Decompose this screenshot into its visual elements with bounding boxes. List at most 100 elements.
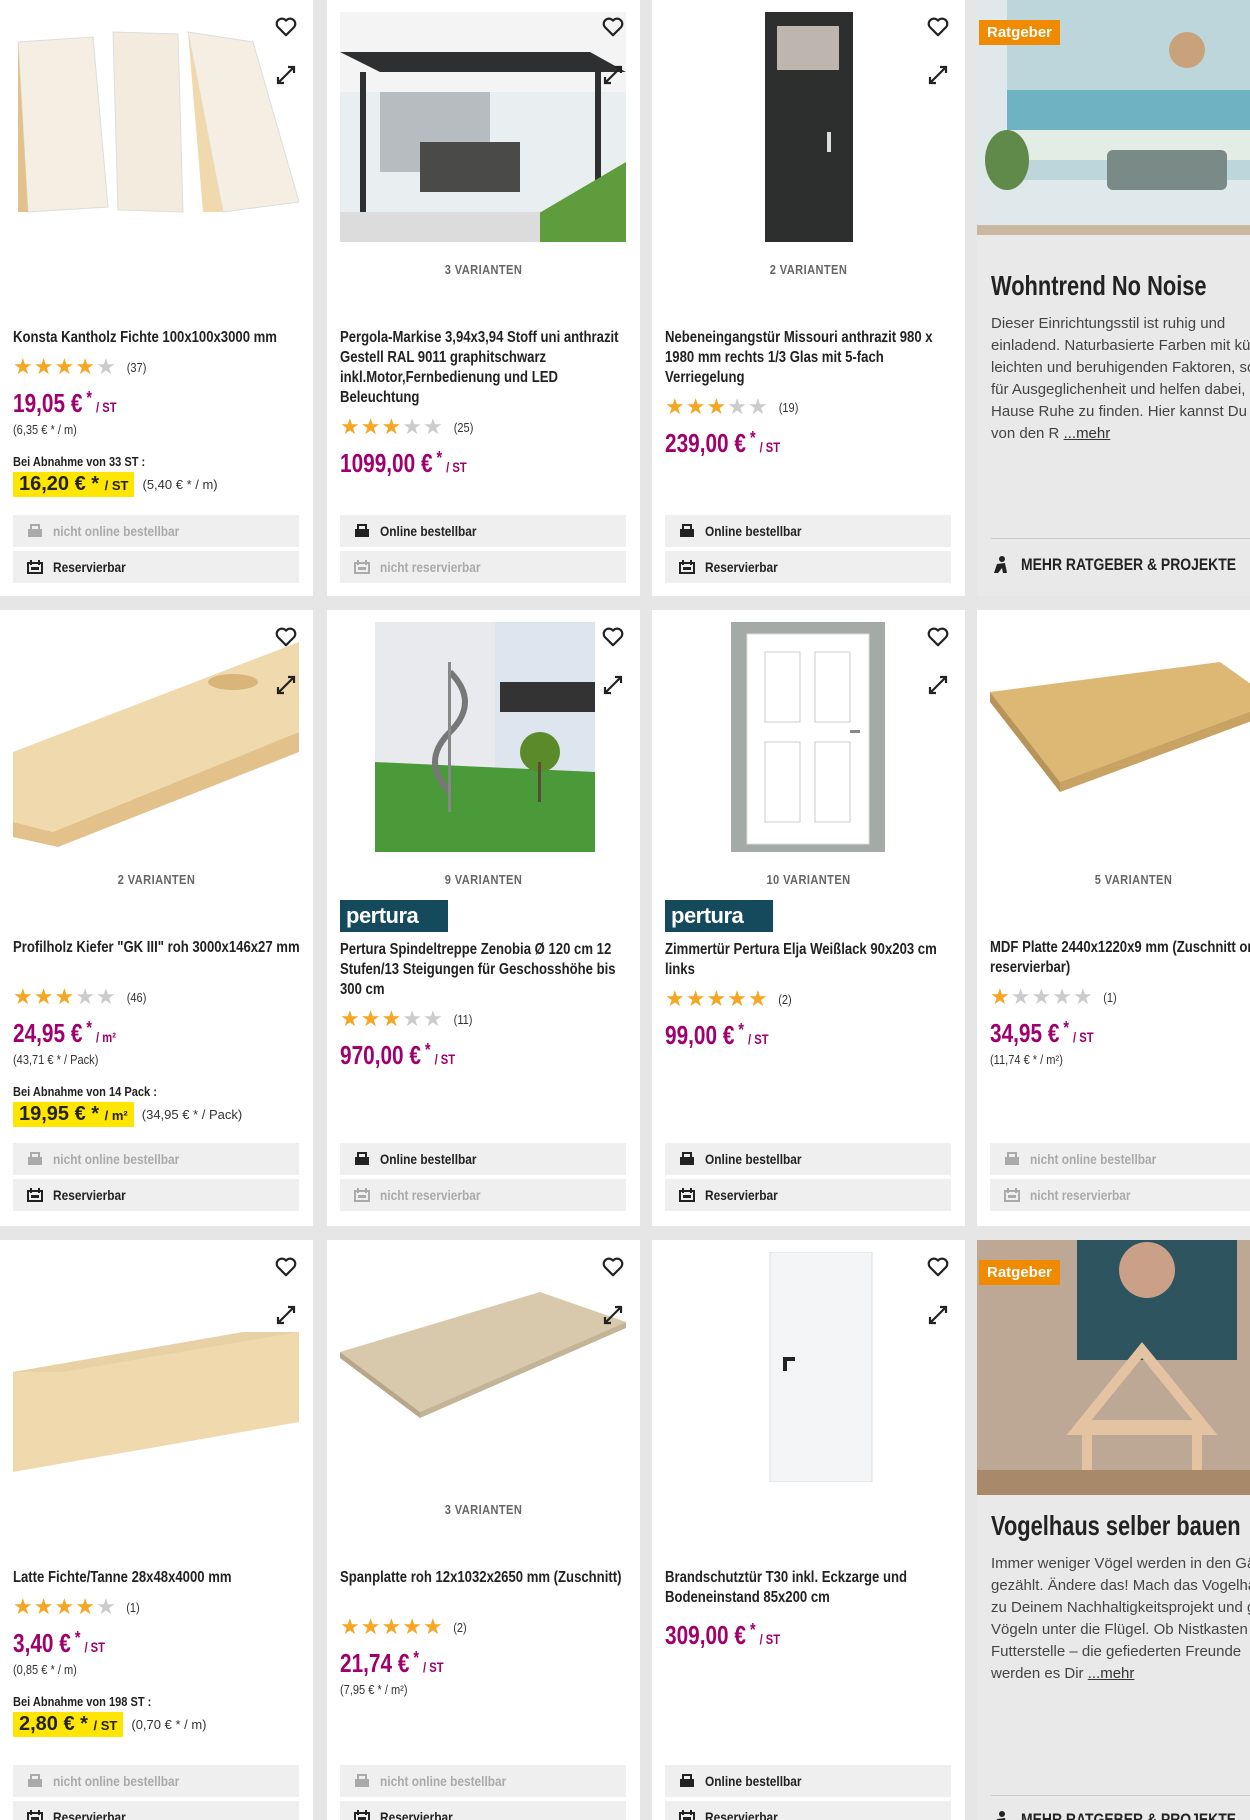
variants-label[interactable]: 5 VARIANTEN <box>1000 872 1250 887</box>
product-image[interactable] <box>13 12 299 242</box>
product-title[interactable]: Profilholz Kiefer "GK III" roh 3000x146x… <box>13 938 303 958</box>
wishlist-heart-icon[interactable] <box>925 14 951 40</box>
product-image[interactable] <box>665 12 951 242</box>
review-count[interactable]: (2) <box>453 1620 467 1635</box>
product-image[interactable] <box>665 622 951 852</box>
read-more-link[interactable]: ...mehr <box>1064 425 1111 442</box>
compare-arrows-icon[interactable] <box>600 1302 626 1328</box>
product-card[interactable]: 3 VARIANTEN Spanplatte roh 12x1032x2650 m… <box>327 1240 640 1820</box>
online-order-status[interactable]: Online bestellbar <box>340 1143 626 1175</box>
wishlist-heart-icon[interactable] <box>600 14 626 40</box>
reserve-status[interactable]: nicht reservierbar <box>340 1179 626 1211</box>
reserve-status[interactable]: Reservierbar <box>665 1801 951 1820</box>
product-card[interactable]: 2 VARIANTEN Nebeneingangstür Missouri ant… <box>652 0 965 596</box>
product-title[interactable]: Latte Fichte/Tanne 28x48x4000 mm <box>13 1568 303 1588</box>
product-image[interactable] <box>340 622 626 852</box>
variants-label[interactable]: 3 VARIANTEN <box>350 262 616 277</box>
rating-stars: ★ ★ ★ ★ ★ (1) <box>990 986 1118 1008</box>
variants-label[interactable]: 3 VARIANTEN <box>350 1502 616 1517</box>
review-count[interactable]: (11) <box>453 1012 472 1027</box>
review-count[interactable]: (25) <box>453 420 473 435</box>
wishlist-heart-icon[interactable] <box>273 624 299 650</box>
product-card[interactable]: Latte Fichte/Tanne 28x48x4000 mm ★ ★ ★ ★ ★ (1)… <box>0 1240 313 1820</box>
reserve-status[interactable]: Reservierbar <box>13 1179 299 1211</box>
online-order-status[interactable]: nicht online bestellbar <box>13 1765 299 1797</box>
reserve-status[interactable]: Reservierbar <box>665 551 951 583</box>
wishlist-heart-icon[interactable] <box>600 1254 626 1280</box>
price-value: 19,05 € <box>13 388 83 418</box>
product-card[interactable]: 2 VARIANTEN Profilholz Kiefer "GK III" ro… <box>0 610 313 1226</box>
online-order-status[interactable]: Online bestellbar <box>340 515 626 547</box>
product-image[interactable] <box>13 622 299 852</box>
product-title[interactable]: Pergola-Markise 3,94x3,94 Stoff uni anth… <box>340 328 630 408</box>
online-order-label: nicht online bestellbar <box>1030 1151 1157 1167</box>
product-title[interactable]: Zimmertür Pertura Elja Weißlack 90x203 c… <box>665 940 955 980</box>
guide-card[interactable]: Ratgeber Wohntrend No Noise Dieser Einrich… <box>977 0 1250 596</box>
online-order-status[interactable]: Online bestellbar <box>665 1765 951 1797</box>
product-title[interactable]: Brandschutztür T30 inkl. Eckzarge und Bo… <box>665 1568 955 1608</box>
compare-arrows-icon[interactable] <box>925 62 951 88</box>
product-image[interactable] <box>990 622 1250 852</box>
product-title[interactable]: Spanplatte roh 12x1032x2650 mm (Zuschnit… <box>340 1568 630 1588</box>
review-count[interactable]: (1) <box>1103 990 1117 1005</box>
compare-arrows-icon[interactable] <box>600 672 626 698</box>
product-price: 1099,00 € * / ST <box>340 448 467 479</box>
online-order-status[interactable]: nicht online bestellbar <box>340 1765 626 1797</box>
online-order-status[interactable]: Online bestellbar <box>665 1143 951 1175</box>
wishlist-heart-icon[interactable] <box>925 1254 951 1280</box>
online-order-status[interactable]: nicht online bestellbar <box>13 515 299 547</box>
more-guides-link[interactable]: MEHR RATGEBER & PROJEKTE <box>991 555 1250 575</box>
product-image[interactable] <box>340 1252 626 1482</box>
product-title[interactable]: Nebeneingangstür Missouri anthrazit 980 … <box>665 328 955 388</box>
read-more-link[interactable]: ...mehr <box>1088 1665 1135 1682</box>
more-guides-link[interactable]: MEHR RATGEBER & PROJEKTE <box>991 1810 1250 1820</box>
wishlist-heart-icon[interactable] <box>273 14 299 40</box>
review-count[interactable]: (1) <box>126 1600 140 1615</box>
product-card[interactable]: Brandschutztür T30 inkl. Eckzarge und Bo… <box>652 1240 965 1820</box>
guide-title[interactable]: Vogelhaus selber bauen <box>991 1510 1241 1542</box>
compare-arrows-icon[interactable] <box>273 672 299 698</box>
wishlist-heart-icon[interactable] <box>600 624 626 650</box>
compare-arrows-icon[interactable] <box>273 1302 299 1328</box>
variants-label[interactable]: 10 VARIANTEN <box>675 872 941 887</box>
variants-label[interactable]: 9 VARIANTEN <box>350 872 616 887</box>
guide-title[interactable]: Wohntrend No Noise <box>991 270 1207 302</box>
compare-arrows-icon[interactable] <box>600 62 626 88</box>
review-count[interactable]: (37) <box>126 360 146 375</box>
review-count[interactable]: (46) <box>126 990 146 1005</box>
product-card[interactable]: 3 VARIANTEN Pergola-Markise 3,94x3,94 Sto… <box>327 0 640 596</box>
product-image[interactable] <box>665 1252 951 1482</box>
product-title[interactable]: MDF Platte 2440x1220x9 mm (Zuschnitt onl… <box>990 938 1250 978</box>
review-count[interactable]: (2) <box>778 992 792 1007</box>
product-title[interactable]: Konsta Kantholz Fichte 100x100x3000 mm <box>13 328 303 348</box>
online-order-status[interactable]: nicht online bestellbar <box>990 1143 1250 1175</box>
review-count[interactable]: (19) <box>778 400 798 415</box>
reserve-status[interactable]: Reservierbar <box>665 1179 951 1211</box>
reserve-status[interactable]: nicht reservierbar <box>990 1179 1250 1211</box>
variants-label[interactable]: 2 VARIANTEN <box>23 872 289 887</box>
product-card[interactable]: 9 VARIANTEN pertura Pertura Spindeltreppe … <box>327 610 640 1226</box>
wishlist-heart-icon[interactable] <box>273 1254 299 1280</box>
guide-card[interactable]: Ratgeber Vogelhaus selber bauen Immer weni… <box>977 1240 1250 1820</box>
wishlist-heart-icon[interactable] <box>925 624 951 650</box>
compare-arrows-icon[interactable] <box>273 62 299 88</box>
reserve-status[interactable]: nicht reservierbar <box>340 551 626 583</box>
price-asterisk: * <box>420 1040 435 1060</box>
bulk-price-value: 2,80 € <box>19 1713 75 1735</box>
product-card[interactable]: Konsta Kantholz Fichte 100x100x3000 mm ★ ★… <box>0 0 313 596</box>
reserve-status[interactable]: Reservierbar <box>340 1801 626 1820</box>
star-icon: ★ <box>360 414 381 439</box>
reserve-status[interactable]: Reservierbar <box>13 551 299 583</box>
online-order-status[interactable]: Online bestellbar <box>665 515 951 547</box>
reserve-status[interactable]: Reservierbar <box>13 1801 299 1820</box>
product-image[interactable] <box>340 12 626 242</box>
product-title[interactable]: Pertura Spindeltreppe Zenobia Ø 120 cm 1… <box>340 940 630 1000</box>
online-order-status[interactable]: nicht online bestellbar <box>13 1143 299 1175</box>
product-card[interactable]: 10 VARIANTEN pertura Zimmertür Pertura Elj… <box>652 610 965 1226</box>
product-image[interactable] <box>13 1252 299 1482</box>
variants-label[interactable]: 2 VARIANTEN <box>675 262 941 277</box>
compare-arrows-icon[interactable] <box>925 672 951 698</box>
brand-logo: pertura <box>340 900 448 932</box>
product-card[interactable]: 5 VARIANTEN MDF Platte 2440x1220x9 mm (Zu… <box>977 610 1250 1226</box>
compare-arrows-icon[interactable] <box>925 1302 951 1328</box>
